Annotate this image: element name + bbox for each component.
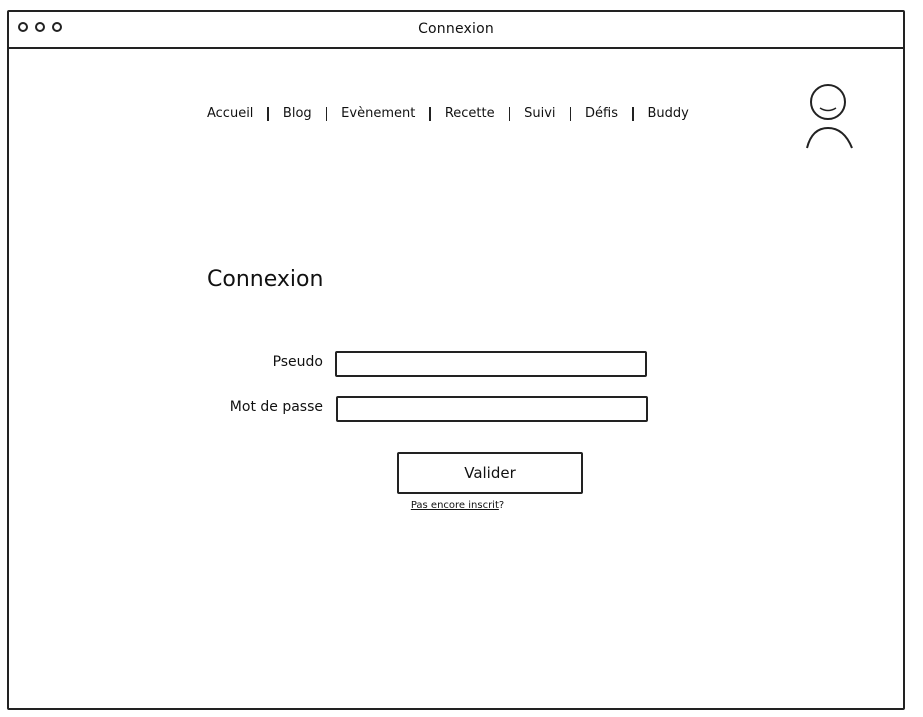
nav-item-buddy[interactable]: Buddy: [648, 106, 689, 121]
nav-divider: [429, 106, 431, 121]
nav-item-defis[interactable]: Défis: [585, 106, 618, 121]
nav-divider: [569, 106, 572, 121]
password-label: Mot de passe: [229, 399, 323, 415]
password-field[interactable]: [336, 396, 648, 422]
nav-divider: [508, 106, 511, 121]
nav-item-suivi[interactable]: Suivi: [524, 106, 555, 121]
register-link[interactable]: Pas encore inscrit: [411, 500, 499, 511]
main-nav: Accueil Blog Evènement Recette Suivi Déf…: [207, 106, 689, 121]
nav-item-recette[interactable]: Recette: [445, 106, 495, 121]
nav-divider: [267, 106, 269, 121]
nav-item-evenement[interactable]: Evènement: [341, 106, 415, 121]
nav-item-accueil[interactable]: Accueil: [207, 106, 253, 121]
nav-divider: [632, 106, 634, 121]
window-titlebar: Connexion: [9, 12, 903, 49]
register-prompt: Pas encore inscrit?: [9, 500, 839, 511]
browser-window: Connexion Accueil Blog Evènement Recette…: [7, 10, 905, 710]
user-avatar-icon[interactable]: [804, 82, 856, 150]
user-avatar-svg: [806, 84, 853, 149]
pseudo-label: Pseudo: [272, 354, 323, 370]
register-suffix: ?: [498, 500, 505, 511]
pseudo-field[interactable]: [335, 351, 647, 377]
window-title: Connexion: [418, 21, 494, 37]
nav-divider: [325, 106, 328, 121]
nav-item-blog[interactable]: Blog: [283, 106, 312, 121]
validate-button[interactable]: Valider: [397, 452, 583, 494]
page-title: Connexion: [207, 267, 324, 292]
